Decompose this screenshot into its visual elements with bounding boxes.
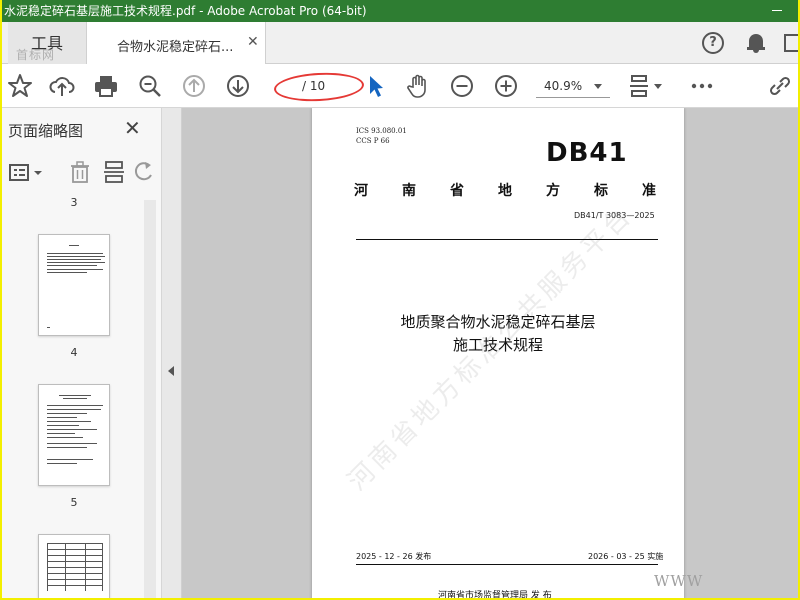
zoom-in-icon[interactable] [492,72,520,100]
next-page-icon[interactable] [224,72,252,100]
main-toolbar: / 10 40.9% [2,64,798,108]
standard-type-char: 标 [594,183,608,199]
standard-type: 河 南 省 地 方 标 准 [354,180,656,200]
thumbnail-page-4[interactable] [38,234,110,336]
thumbnail-label: 4 [70,346,78,359]
corner-watermark: 首标网 [16,48,56,62]
header-rule [356,239,658,240]
insert-page-icon[interactable] [102,160,126,184]
rotate-page-icon[interactable] [134,160,154,184]
standard-type-char: 河 [354,183,368,199]
document-title-line-2: 施工技术规程 [452,336,543,354]
standard-type-char: 省 [450,183,464,199]
thumbnail-page-5[interactable] [38,384,110,486]
zoom-out-icon[interactable] [448,72,476,100]
zoom-search-icon[interactable] [136,72,164,100]
standard-type-char: 方 [546,183,560,199]
thumbnail-page-6[interactable] [38,534,110,598]
thumbnail-scrollbar[interactable] [144,200,156,598]
standard-type-char: 南 [402,183,416,199]
more-tools-icon[interactable] [688,72,716,100]
thumbnail-label: 5 [70,496,78,509]
fit-page-icon[interactable] [626,72,666,100]
tab-bar: 工具 首标网 合物水泥稳定碎石... ✕ ? [2,22,798,65]
ics-code: ICS 93.080.01 CCS P 66 [356,126,407,146]
pdf-page: 河南省地方标准公共服务平台 ICS 93.080.01 CCS P 66 DB4… [312,108,684,598]
footer-rule [356,564,658,565]
page-thumbnails-panel: 页面缩略图 ✕ 3 4 5 [2,108,162,598]
help-icon[interactable]: ? [702,32,724,54]
www-watermark: WWW [654,572,704,590]
db41-logo: DB41 [546,138,628,168]
acrobat-window: 水泥稳定碎石基层施工技术规程.pdf - Adobe Acrobat Pro (… [2,0,798,598]
select-cursor-icon[interactable] [362,72,390,100]
standard-type-char: 准 [642,183,656,199]
document-title-line-1: 地质聚合物水泥稳定碎石基层 [400,313,596,331]
issuing-authority: 河南省市场监督管理局 发 布 [438,591,552,598]
delete-page-icon[interactable] [68,160,92,184]
sign-in-icon[interactable] [784,34,798,52]
notification-bell-icon[interactable] [746,32,766,54]
zoom-level-dropdown[interactable]: 40.9% [536,74,610,98]
hand-tool-icon[interactable] [404,72,432,100]
close-icon[interactable]: ✕ [124,116,141,140]
panel-collapse-strip[interactable] [162,108,182,598]
ccs-line: CCS P 66 [356,137,390,145]
share-link-icon[interactable] [766,72,794,100]
standard-type-char: 地 [498,183,512,199]
tab-document-label: 合物水泥稳定碎石... [117,40,234,55]
tab-close-icon[interactable]: ✕ [247,34,259,50]
ics-line: ICS 93.080.01 [356,127,407,135]
issue-date: 2025 - 12 - 26 发布 [356,552,432,561]
collapse-arrow-icon[interactable] [168,366,174,376]
cloud-upload-icon[interactable] [48,72,76,100]
tab-document[interactable]: 合物水泥稳定碎石... ✕ [86,22,266,65]
minimize-button[interactable] [770,0,784,22]
zoom-level-value: 40.9% [544,79,583,93]
chevron-down-icon [594,84,602,89]
previous-page-icon[interactable] [180,72,208,100]
implementation-date: 2026 - 03 - 25 实施 [588,552,664,561]
thumbnail-label: 3 [70,196,78,209]
document-viewport[interactable]: 河南省地方标准公共服务平台 ICS 93.080.01 CCS P 66 DB4… [182,108,798,598]
thumbnail-toolbar [2,152,162,192]
thumbnail-options-icon[interactable] [8,162,46,184]
standard-number: DB41/T 3083—2025 [574,211,655,220]
window-title: 水泥稳定碎石基层施工技术规程.pdf - Adobe Acrobat Pro (… [4,4,367,18]
print-icon[interactable] [92,72,120,100]
bookmark-star-icon[interactable] [6,72,34,100]
panel-title: 页面缩略图 [8,122,84,140]
window-title-bar: 水泥稳定碎石基层施工技术规程.pdf - Adobe Acrobat Pro (… [2,0,798,22]
